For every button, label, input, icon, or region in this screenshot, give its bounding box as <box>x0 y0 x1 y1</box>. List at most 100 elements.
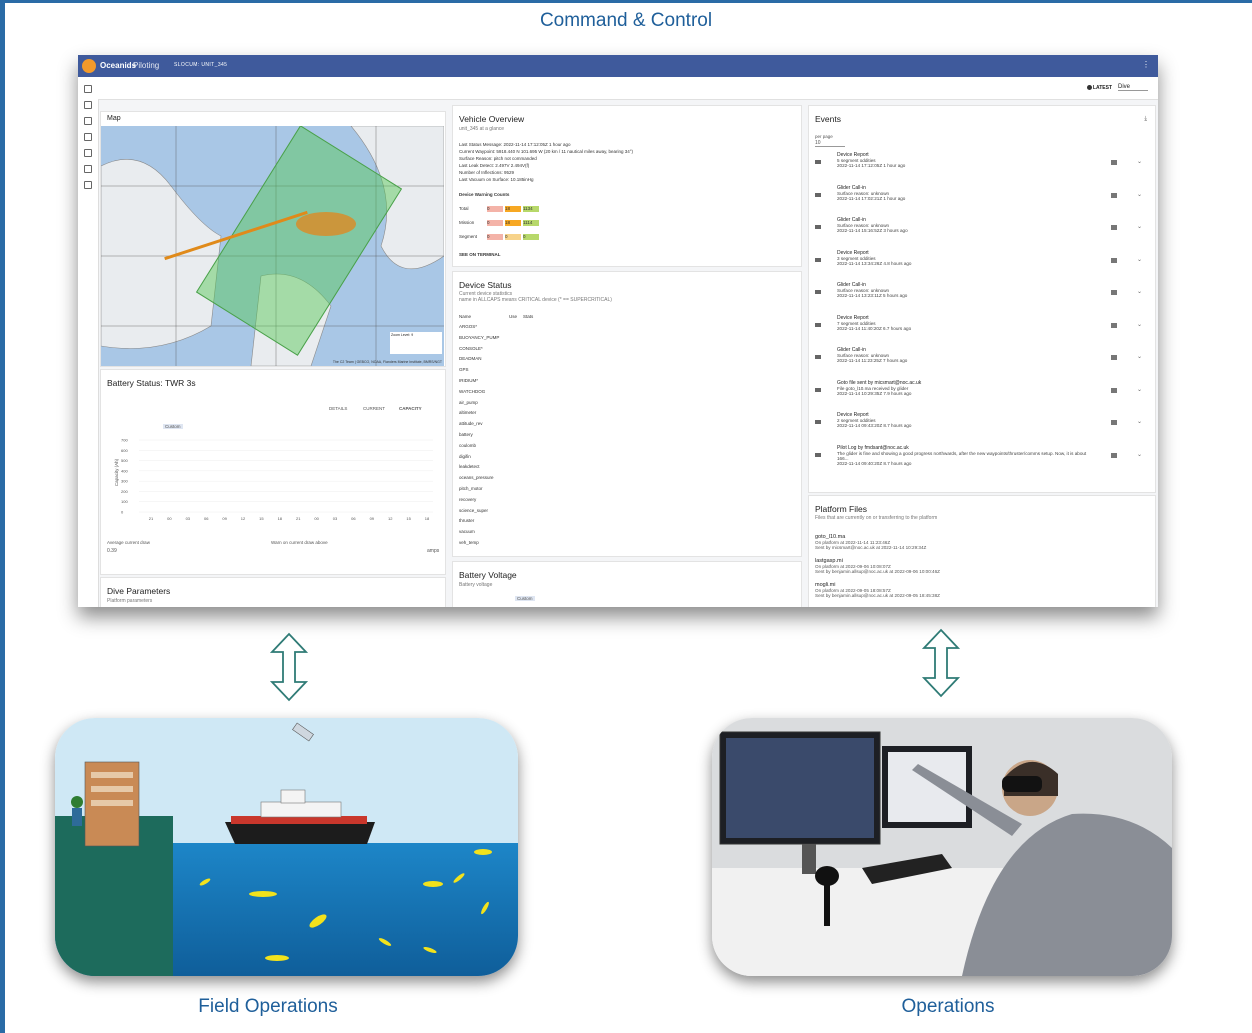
event-item[interactable]: Pilot Log by fmdsant@noc.ac.uk The glider… <box>815 445 1145 471</box>
x-tick-label: 15 <box>259 516 264 521</box>
count-name: Total <box>459 206 469 211</box>
event-item[interactable]: Device Report 7 segment oddities 2022-11-1… <box>815 315 1145 341</box>
nav-chat-icon[interactable] <box>84 149 92 157</box>
tab-details[interactable]: DETAILS <box>329 406 347 411</box>
nav-settings-icon[interactable] <box>84 165 92 173</box>
device-row[interactable]: GPS <box>459 367 523 372</box>
c2-app-screenshot: Oceanids Piloting SLOCUM: UNIT_345 ⋮ LAT… <box>78 55 1158 607</box>
count-segment: Segment 0 0 0 <box>459 234 541 240</box>
x-tick-label: 00 <box>167 516 172 521</box>
map-card: Map Zoom Level: 9 The C2 Team | GEBCO, N… <box>100 111 446 367</box>
nav-person-icon[interactable] <box>84 101 92 109</box>
device-status-card: Device Status Current device statistics … <box>452 271 802 557</box>
device-name: GPS <box>459 367 469 373</box>
device-row[interactable]: pitch_motor <box>459 486 523 491</box>
device-name: oceans_pressure <box>459 475 494 481</box>
dive-select[interactable]: Dive <box>1118 84 1148 91</box>
event-badge-icon[interactable] <box>1111 452 1117 458</box>
event-badge-icon[interactable] <box>1111 192 1117 198</box>
avg-current-value[interactable]: 0.39 <box>107 548 117 554</box>
chevron-down-icon[interactable]: ⌄ <box>1137 288 1142 295</box>
event-type-icon <box>815 452 821 457</box>
chevron-down-icon[interactable]: ⌄ <box>1137 353 1142 360</box>
chevron-down-icon[interactable]: ⌄ <box>1137 158 1142 165</box>
device-row[interactable]: science_super <box>459 508 523 513</box>
map-layer-select[interactable]: Map <box>107 115 121 122</box>
event-badge-icon[interactable] <box>1111 225 1117 230</box>
x-tick-label: 12 <box>241 516 246 521</box>
device-row[interactable]: veh_temp <box>459 540 523 545</box>
device-name: battery <box>459 432 473 437</box>
count-total: Total 0 18 1134 <box>459 206 541 212</box>
device-row[interactable]: ARGOS* <box>459 324 523 329</box>
vehicle-title: Vehicle Overview <box>459 114 525 124</box>
voltage-custom-button[interactable]: Custom <box>515 596 535 601</box>
device-row[interactable]: BUOYANCY_PUMP <box>459 335 523 340</box>
event-badge-icon[interactable] <box>1111 322 1117 328</box>
see-on-terminal-link[interactable]: SEE ON TERMINAL <box>459 252 501 257</box>
voltage-subtitle: Battery voltage <box>459 582 493 588</box>
custom-range-button[interactable]: Custom <box>163 424 183 429</box>
device-row[interactable]: IRIDIUM* <box>459 378 523 383</box>
device-row[interactable]: attitude_rev <box>459 421 523 426</box>
device-row[interactable]: vacuum <box>459 529 523 534</box>
event-badge-icon[interactable] <box>1111 420 1117 425</box>
chevron-down-icon[interactable]: ⌄ <box>1137 191 1142 198</box>
file-item[interactable]: goto_l10.ma On platform at 2022-11-14 11:… <box>815 534 926 550</box>
event-item[interactable]: Glider Call-in Surface reason: unknown 202… <box>815 282 1145 308</box>
files-title: Platform Files <box>815 504 867 514</box>
device-row[interactable]: DEADMAN <box>459 356 523 361</box>
tab-capacity[interactable]: CAPACITY <box>399 406 422 411</box>
event-badge-icon[interactable] <box>1111 290 1117 295</box>
file-item[interactable]: lastgasp.mi On platform at 2022-09-06 10:… <box>815 558 940 574</box>
device-row[interactable]: WATCHDOG <box>459 389 523 394</box>
device-row[interactable]: coulomb <box>459 443 523 448</box>
nav-tools-icon[interactable] <box>84 133 92 141</box>
nav-terminal-icon[interactable] <box>84 181 92 189</box>
event-item[interactable]: Device Report 2 segment oddities 2022-11-1… <box>815 412 1145 438</box>
per-page-select[interactable]: 10 <box>815 140 845 147</box>
chevron-down-icon[interactable]: ⌄ <box>1137 321 1142 328</box>
event-badge-icon[interactable] <box>1111 387 1117 393</box>
chevron-down-icon[interactable]: ⌄ <box>1137 223 1142 230</box>
event-item[interactable]: Glider Call-in Surface reason: unknown 202… <box>815 217 1145 243</box>
tab-current[interactable]: CURRENT <box>363 406 385 411</box>
nav-dashboard-icon[interactable] <box>84 85 92 93</box>
y-tick-label: 400 <box>121 468 128 473</box>
map-canvas[interactable]: Zoom Level: 9 The C2 Team | GEBCO, NOAA,… <box>101 126 444 366</box>
event-item[interactable]: Glider Call-in Surface reason: unknown 202… <box>815 347 1145 373</box>
event-item[interactable]: Device Report 5 segment oddities 2022-11-1… <box>815 152 1145 178</box>
device-name: ARGOS* <box>459 324 478 329</box>
device-row[interactable]: battery <box>459 432 523 437</box>
chevron-down-icon[interactable]: ⌄ <box>1137 418 1142 425</box>
device-row[interactable]: CONSOLE* <box>459 346 523 351</box>
device-row[interactable]: altimeter <box>459 410 523 415</box>
device-row[interactable]: leakdetect <box>459 464 523 469</box>
event-item[interactable]: Goto file sent by micsmart@noc.ac.uk File… <box>815 380 1145 406</box>
vehicle-overview-card: Vehicle Overview unit_345 at a glance La… <box>452 105 802 267</box>
device-row[interactable]: oceans_pressure <box>459 475 523 480</box>
chevron-down-icon[interactable]: ⌄ <box>1137 386 1142 393</box>
menu-icon[interactable]: ⋮ <box>1142 60 1150 69</box>
event-text: Pilot Log by fmdsant@noc.ac.uk The glider… <box>837 445 1097 466</box>
event-badge-icon[interactable] <box>1111 355 1117 360</box>
event-badge-icon[interactable] <box>1111 257 1117 263</box>
file-item[interactable]: mogli.mi On platform at 2022-09-05 18:08:… <box>815 582 940 598</box>
x-tick-label: 18 <box>425 516 430 521</box>
chevron-down-icon[interactable]: ⌄ <box>1137 256 1142 263</box>
device-row[interactable]: thruster <box>459 518 523 523</box>
breadcrumb[interactable]: SLOCUM: UNIT_345 <box>174 62 227 68</box>
events-download-icon[interactable]: ⤓ <box>1144 116 1147 123</box>
chevron-down-icon[interactable]: ⌄ <box>1137 451 1142 458</box>
device-row[interactable]: air_pump <box>459 400 523 405</box>
event-item[interactable]: Device Report 3 segment oddities 2022-11-1… <box>815 250 1145 276</box>
y-tick-label: 600 <box>121 448 128 453</box>
app-section[interactable]: Piloting <box>133 61 159 70</box>
device-row[interactable]: recovery <box>459 497 523 502</box>
event-item[interactable]: Glider Call-in Surface reason: unknown 202… <box>815 185 1145 211</box>
per-page-label: per page <box>815 134 833 139</box>
device-row[interactable]: digifin <box>459 454 523 459</box>
event-badge-icon[interactable] <box>1111 160 1117 165</box>
event-time: 2022-11-14 10:29:35Z 7.9 hours ago <box>837 390 912 396</box>
nav-file-icon[interactable] <box>84 117 92 125</box>
